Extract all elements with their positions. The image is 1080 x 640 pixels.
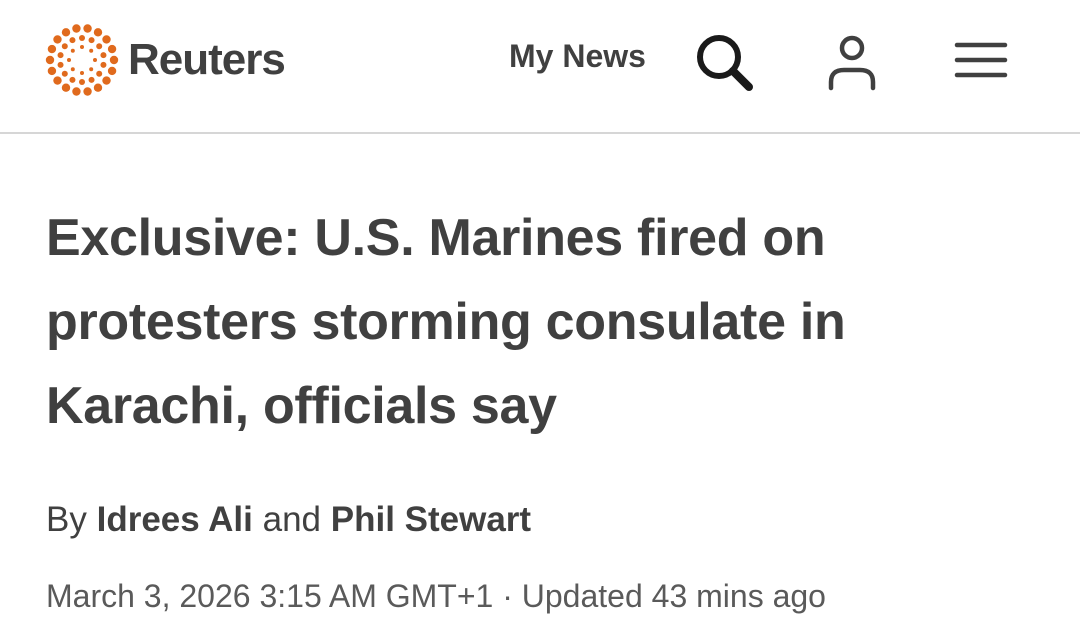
logo-dot — [89, 48, 94, 53]
logo-dot — [47, 44, 57, 54]
logo-dot — [102, 35, 111, 44]
logo-dot — [45, 55, 55, 65]
author-link-1[interactable]: Idrees Ali — [97, 500, 253, 539]
logo-dot — [93, 58, 97, 62]
logo-dot — [93, 28, 103, 37]
logo-dot — [61, 28, 71, 37]
author-link-2[interactable]: Phil Stewart — [331, 500, 531, 539]
logo-dot — [67, 58, 71, 62]
dateline: March 3, 2026 3:15 AM GMT+1 · Updated 43… — [46, 578, 826, 615]
logo-dot — [96, 70, 103, 77]
menu-button[interactable] — [950, 36, 1012, 86]
logo-dot — [61, 70, 68, 77]
logo-dot — [107, 44, 117, 54]
logo-dot — [109, 55, 119, 65]
logo-dot — [53, 76, 62, 85]
updated-time: Updated 43 mins ago — [521, 578, 826, 614]
logo-dot — [93, 83, 103, 92]
logo-dot — [69, 37, 76, 44]
user-icon — [828, 35, 876, 91]
logo-dot — [107, 66, 117, 76]
logo-dot — [61, 43, 68, 50]
dateline-separator: · — [502, 578, 513, 614]
logo-dot — [61, 83, 71, 92]
logo-dot — [70, 67, 75, 72]
page: Reuters My News Exclusive: U.S. Marines … — [0, 0, 1080, 640]
search-icon — [697, 35, 753, 91]
logo-dot — [72, 24, 81, 33]
logo-dot — [88, 37, 95, 44]
logo-dot — [79, 35, 85, 41]
byline-joiner: and — [262, 500, 322, 539]
logo-dot — [100, 52, 107, 59]
logo-dot — [83, 87, 92, 96]
published-time: March 3, 2026 3:15 AM GMT+1 — [46, 578, 494, 614]
logo-dot — [79, 79, 85, 85]
logo-dot — [102, 76, 111, 85]
logo-dot — [100, 61, 107, 68]
logo-dot — [83, 24, 92, 33]
my-news-link[interactable]: My News — [509, 38, 646, 75]
logo-dot — [53, 35, 62, 44]
reuters-logo[interactable]: Reuters — [44, 22, 286, 98]
article-headline: Exclusive: U.S. Marines fired on protest… — [46, 209, 846, 435]
logo-dot — [80, 71, 84, 75]
logo-dot — [80, 45, 84, 49]
account-button[interactable] — [822, 32, 882, 94]
byline: By Idrees Ali and Phil Stewart — [46, 500, 531, 540]
logo-dot — [72, 87, 81, 96]
reuters-logo-mark-icon — [45, 24, 119, 96]
logo-dot — [96, 43, 103, 50]
logo-dot — [47, 66, 57, 76]
logo-dot — [70, 48, 75, 53]
logo-dot — [69, 76, 76, 83]
logo-dot — [57, 52, 64, 59]
logo-dot — [89, 67, 94, 72]
logo-dot — [88, 76, 95, 83]
logo-dot — [57, 61, 64, 68]
logo-text: Reuters — [128, 35, 286, 84]
byline-prefix: By — [46, 500, 87, 539]
site-header: Reuters My News — [0, 0, 1080, 134]
search-button[interactable] — [692, 30, 756, 94]
hamburger-menu-icon — [954, 42, 1008, 78]
